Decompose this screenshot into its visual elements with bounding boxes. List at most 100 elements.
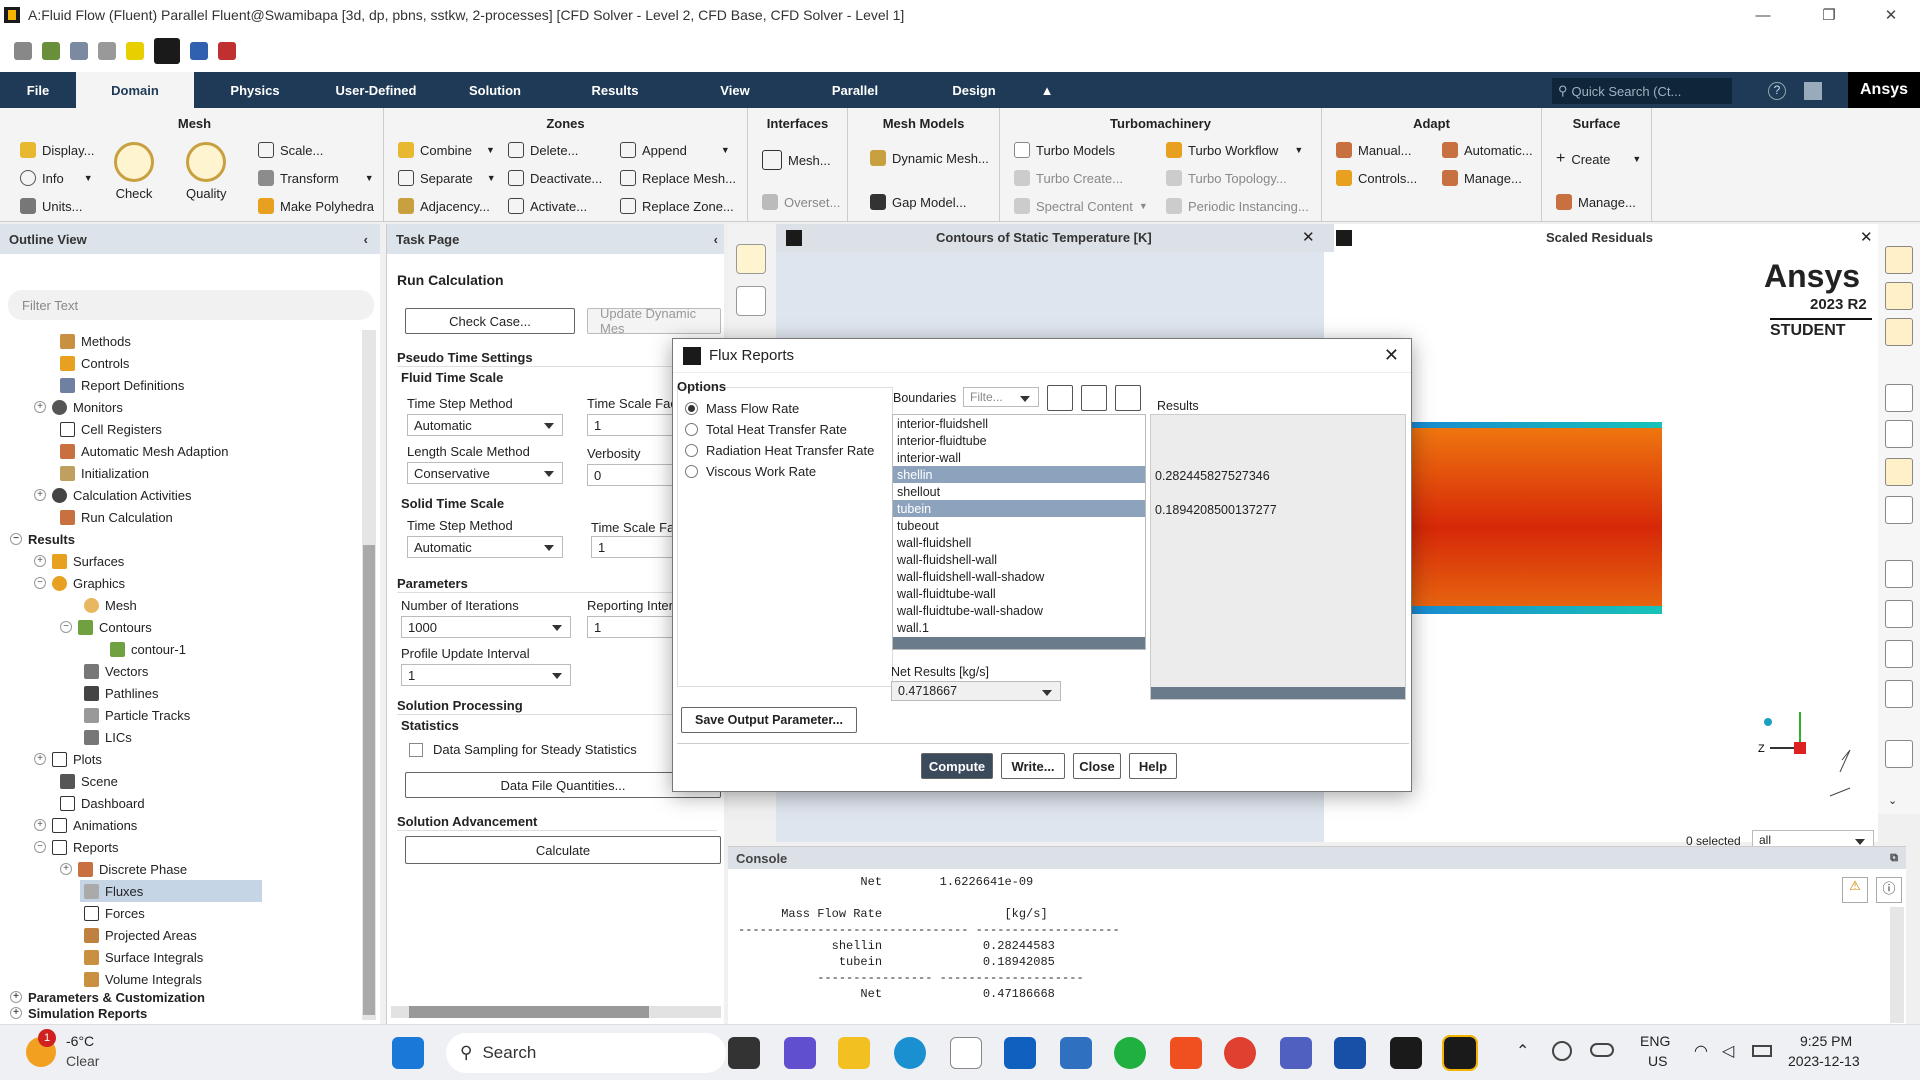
- layers-icon[interactable]: [1885, 458, 1913, 486]
- filter-text-input[interactable]: Filter Text: [8, 290, 374, 320]
- adapt-automatic-button[interactable]: Automatic...: [1442, 142, 1533, 158]
- calculate-button[interactable]: Calculate: [405, 836, 721, 864]
- iterations-input[interactable]: 1000: [401, 616, 571, 638]
- tab-solution[interactable]: Solution: [436, 72, 554, 108]
- boundaries-list[interactable]: interior-fluidshell interior-fluidtube i…: [892, 414, 1146, 650]
- mesh-display-icon[interactable]: [736, 244, 766, 274]
- list-item[interactable]: wall-fluidshell: [893, 534, 1145, 551]
- undo-icon[interactable]: [98, 42, 116, 60]
- tree-item-contour-1[interactable]: contour-1: [110, 638, 186, 660]
- expand-icon[interactable]: +: [60, 863, 72, 875]
- close-button[interactable]: Close: [1073, 753, 1121, 779]
- overset-button[interactable]: Overset...: [762, 194, 840, 210]
- fluent-taskbar-icon[interactable]: [1442, 1035, 1478, 1071]
- tree-item-calculation-activities[interactable]: + Calculation Activities: [34, 484, 192, 506]
- list-item[interactable]: wall-fluidshell-wall-shadow: [893, 568, 1145, 585]
- tree-item-controls[interactable]: Controls: [60, 352, 129, 374]
- region-text[interactable]: US: [1648, 1053, 1667, 1069]
- units-button[interactable]: Units...: [20, 198, 82, 214]
- adjacency-button[interactable]: Adjacency...: [398, 198, 490, 214]
- tree-item-contours[interactable]: − Contours: [60, 616, 152, 638]
- check-all-icon[interactable]: [1081, 385, 1107, 411]
- close-dialog-icon[interactable]: ✕: [1384, 345, 1399, 366]
- whatsapp-icon[interactable]: [1114, 1037, 1146, 1069]
- quick-search[interactable]: ⚲ Quick Search (Ct...: [1552, 78, 1732, 104]
- teams-chat-icon[interactable]: [784, 1037, 816, 1069]
- adapt-manage-button[interactable]: Manage...: [1442, 170, 1522, 186]
- list-item[interactable]: shellout: [893, 483, 1145, 500]
- tree-item-results[interactable]: − Results: [10, 528, 75, 550]
- workbench-icon[interactable]: [1390, 1037, 1422, 1069]
- quality-button[interactable]: Quality: [186, 142, 226, 201]
- replace-zone-button[interactable]: Replace Zone...: [620, 198, 734, 214]
- collapse-ribbon-icon[interactable]: ▲: [1032, 72, 1062, 108]
- tree-item-surface-integrals[interactable]: Surface Integrals: [84, 946, 203, 968]
- turbo-models-checkbox[interactable]: Turbo Models: [1014, 142, 1115, 158]
- profile-update-input[interactable]: 1: [401, 664, 571, 686]
- tree-item-graphics[interactable]: − Graphics: [34, 572, 125, 594]
- scale-button[interactable]: Scale...: [258, 142, 323, 158]
- turbo-topology-button[interactable]: Turbo Topology...: [1166, 170, 1287, 186]
- console-scrollbar[interactable]: [1890, 907, 1904, 1023]
- help-icon[interactable]: ?: [1768, 82, 1786, 100]
- brave-icon[interactable]: [1170, 1037, 1202, 1069]
- tree-item-monitors[interactable]: + Monitors: [34, 396, 123, 418]
- data-sampling-checkbox[interactable]: Data Sampling for Steady Statistics: [409, 742, 637, 757]
- project-icon[interactable]: [70, 42, 88, 60]
- boundaries-filter-input[interactable]: Filte...: [963, 387, 1039, 407]
- clock-time[interactable]: 9:25 PM: [1800, 1033, 1852, 1049]
- spectral-content-button[interactable]: Spectral Content ▼: [1014, 198, 1148, 214]
- copy-icon[interactable]: [1885, 740, 1913, 768]
- tree-item-methods[interactable]: Methods: [60, 330, 131, 352]
- tree-item-initialization[interactable]: Initialization: [60, 462, 149, 484]
- fit-window-icon[interactable]: [1885, 246, 1913, 274]
- write-button[interactable]: Write...: [1001, 753, 1065, 779]
- length-scale-method-select[interactable]: Conservative: [407, 462, 563, 484]
- list-item[interactable]: interior-fluidtube: [893, 432, 1145, 449]
- surface-create-button[interactable]: + Create ▼: [1556, 150, 1641, 168]
- rotate-icon[interactable]: [1885, 496, 1913, 524]
- list-item[interactable]: wall-fluidtube-wall: [893, 585, 1145, 602]
- update-dynamic-mesh-button[interactable]: Update Dynamic Mes: [587, 308, 721, 334]
- task-view-icon[interactable]: [728, 1037, 760, 1069]
- tree-item-reports[interactable]: − Reports: [34, 836, 119, 858]
- close-residuals-tab-icon[interactable]: ✕: [1860, 228, 1873, 246]
- collapse-icon[interactable]: −: [10, 533, 22, 545]
- tree-item-simulation-reports[interactable]: + Simulation Reports: [10, 1002, 147, 1024]
- hide-icon[interactable]: [1885, 420, 1913, 448]
- info-icon[interactable]: ⓘ: [1876, 877, 1902, 903]
- tree-item-animations[interactable]: + Animations: [34, 814, 137, 836]
- turbo-create-button[interactable]: Turbo Create...: [1014, 170, 1123, 186]
- help-button[interactable]: Help: [1129, 753, 1177, 779]
- file-explorer-icon[interactable]: [838, 1037, 870, 1069]
- list-item-selected[interactable]: shellin: [893, 466, 1145, 483]
- expand-icon[interactable]: +: [10, 1007, 22, 1019]
- annotation-icon[interactable]: [1885, 640, 1913, 668]
- chevron-up-icon[interactable]: ⌃: [1516, 1041, 1529, 1061]
- close-contour-tab-icon[interactable]: ✕: [1302, 228, 1315, 246]
- interface-mesh-button[interactable]: Mesh...: [762, 150, 831, 170]
- outlook-icon[interactable]: [1004, 1037, 1036, 1069]
- word-icon[interactable]: [1334, 1037, 1366, 1069]
- save-icon[interactable]: [42, 42, 60, 60]
- activate-button[interactable]: Activate...: [508, 198, 587, 214]
- maximize-button[interactable]: ❐: [1806, 0, 1852, 30]
- tab-domain[interactable]: Domain: [76, 72, 194, 108]
- task-scrollbar[interactable]: [391, 1006, 721, 1018]
- tree-item-projected-areas[interactable]: Projected Areas: [84, 924, 197, 946]
- expand-icon[interactable]: +: [34, 401, 46, 413]
- tree-item-forces[interactable]: Forces: [84, 902, 145, 924]
- collapse-icon[interactable]: −: [34, 841, 46, 853]
- wifi-icon[interactable]: ◠: [1694, 1041, 1708, 1061]
- tree-item-cell-registers[interactable]: Cell Registers: [60, 418, 162, 440]
- residuals-tab-title[interactable]: Scaled Residuals: [1546, 230, 1653, 245]
- flag-icon[interactable]: [218, 42, 236, 60]
- tree-item-particle-tracks[interactable]: Particle Tracks: [84, 704, 190, 726]
- tree-item-dashboard[interactable]: Dashboard: [60, 792, 145, 814]
- deselect-all-icon[interactable]: [1115, 385, 1141, 411]
- replace-mesh-button[interactable]: Replace Mesh...: [620, 170, 736, 186]
- chrome-icon[interactable]: [1224, 1037, 1256, 1069]
- tree-item-lics[interactable]: LICs: [84, 726, 132, 748]
- list-item-selected[interactable]: tubein: [893, 500, 1145, 517]
- list-item[interactable]: tubeout: [893, 517, 1145, 534]
